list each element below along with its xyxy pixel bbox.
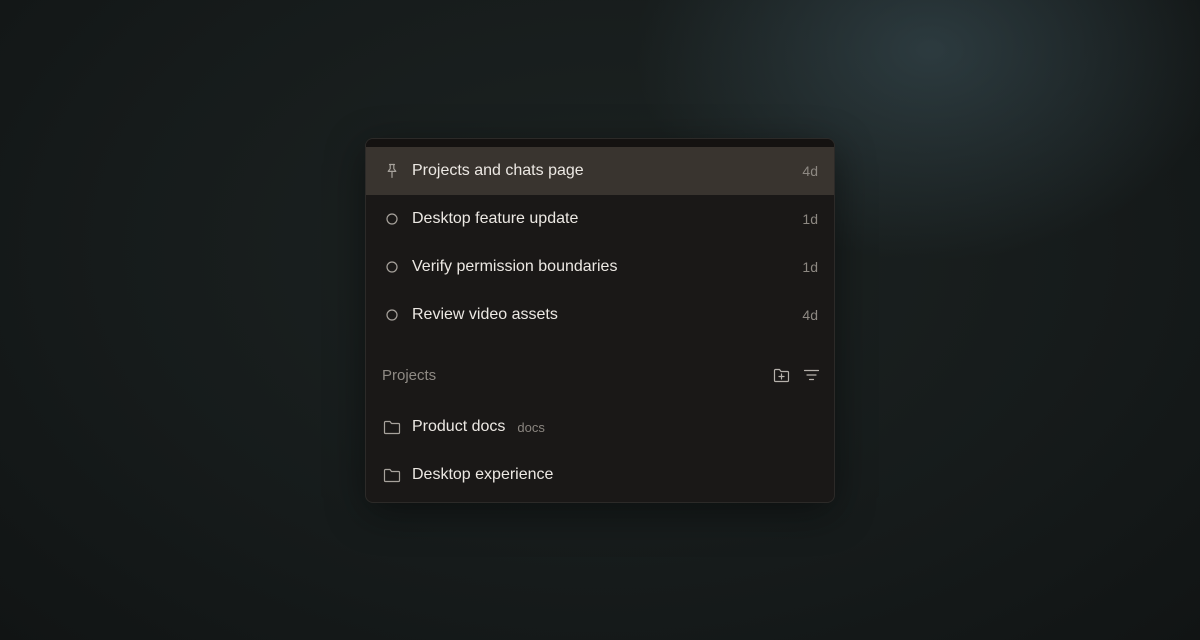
folder-icon	[382, 465, 402, 485]
chat-age: 4d	[802, 163, 818, 179]
chat-age: 1d	[802, 259, 818, 275]
chat-item-desktop-feature-update[interactable]: Desktop feature update 1d	[366, 195, 834, 243]
chat-title: Verify permission boundaries	[412, 258, 618, 275]
section-title: Projects	[382, 366, 437, 384]
project-item-product-docs[interactable]: Product docs docs	[366, 403, 834, 451]
circle-icon	[382, 305, 402, 325]
pin-icon	[382, 161, 402, 181]
project-item-desktop-experience[interactable]: Desktop experience	[366, 451, 834, 499]
project-name: Desktop experience	[412, 466, 554, 483]
chat-title: Projects and chats page	[412, 162, 584, 179]
projects-chats-panel: Projects and chats page 4d Desktop featu…	[365, 138, 835, 503]
projects-section-header: Projects	[366, 347, 834, 403]
chat-item-verify-permission-boundaries[interactable]: Verify permission boundaries 1d	[366, 243, 834, 291]
project-tag: docs	[517, 419, 545, 435]
chat-list: Projects and chats page 4d Desktop featu…	[366, 147, 834, 339]
project-name: Product docs	[412, 418, 506, 435]
filter-icon[interactable]	[802, 366, 820, 384]
circle-icon	[382, 257, 402, 277]
project-list: Product docs docs Desktop experience	[366, 403, 834, 499]
folder-icon	[382, 417, 402, 437]
chat-title: Review video assets	[412, 306, 558, 323]
chat-title: Desktop feature update	[412, 210, 579, 227]
new-folder-icon[interactable]	[772, 366, 790, 384]
chat-age: 1d	[802, 211, 818, 227]
section-actions	[772, 366, 820, 384]
circle-icon	[382, 209, 402, 229]
panel-top-strip	[366, 139, 834, 147]
chat-age: 4d	[802, 307, 818, 323]
chat-item-review-video-assets[interactable]: Review video assets 4d	[366, 291, 834, 339]
chat-item-projects-and-chats-page[interactable]: Projects and chats page 4d	[366, 147, 834, 195]
